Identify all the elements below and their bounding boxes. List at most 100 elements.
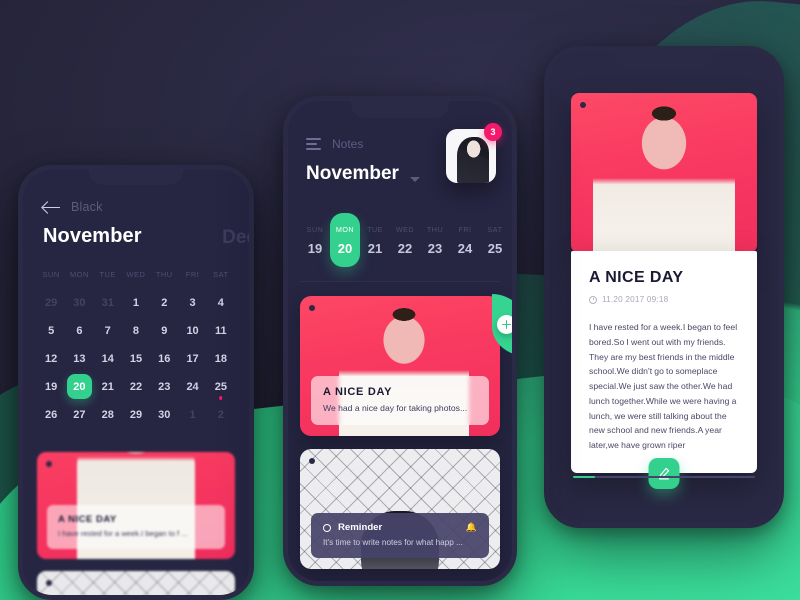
reminder-title: Reminder — [338, 522, 383, 533]
note-caption: A NICE DAY We had a nice day for taking … — [311, 376, 489, 425]
calendar-day-number: 27 — [73, 408, 86, 421]
calendar-day-number: 18 — [214, 352, 227, 365]
calendar-day-number: 3 — [189, 296, 196, 309]
calendar-day-17[interactable]: 17 — [178, 346, 206, 371]
week-strip-dow: THU — [426, 224, 444, 234]
left-note-list: A NICE DAY I have rested for a week.I be… — [37, 452, 235, 595]
chevron-down-icon[interactable] — [410, 177, 420, 182]
calendar-day-27[interactable]: 27 — [65, 402, 93, 427]
week-strip-day-20[interactable]: MON 20 — [330, 213, 360, 267]
calendar-day-24[interactable]: 24 — [178, 374, 206, 399]
calendar-day-number: 15 — [129, 352, 143, 365]
note-subtitle: I have rested for a week.I began to f ..… — [58, 529, 188, 538]
calendar-day-13[interactable]: 13 — [65, 346, 93, 371]
week-strip-dow: SUN — [306, 224, 324, 234]
week-strip-day-21[interactable]: TUE 21 — [360, 213, 390, 267]
calendar-day-number: 2 — [161, 296, 168, 309]
reminder-card[interactable]: Reminder 🔔 It's time to write notes for … — [300, 449, 500, 569]
calendar-day-26[interactable]: 26 — [37, 402, 65, 427]
reminder-banner: Reminder 🔔 It's time to write notes for … — [311, 513, 489, 558]
calendar-day-25[interactable]: 25 — [207, 374, 235, 400]
bell-icon[interactable]: 🔔 — [466, 523, 477, 532]
back-label[interactable]: Black — [71, 200, 103, 214]
left-month-title: November — [43, 225, 142, 247]
card-corner-dot-icon — [46, 580, 52, 586]
calendar-dow-thu: THU — [155, 270, 173, 279]
calendar-day-15[interactable]: 15 — [122, 346, 150, 371]
calendar-day-1[interactable]: 1 — [122, 290, 150, 315]
calendar-day-3[interactable]: 3 — [178, 290, 206, 315]
calendar-day-18[interactable]: 18 — [207, 346, 235, 371]
phone-notch — [351, 101, 449, 118]
middle-month-title[interactable]: November — [306, 163, 399, 185]
week-strip-day-24[interactable]: FRI 24 — [450, 213, 480, 267]
calendar-dow-fri: FRI — [185, 270, 200, 279]
app-title: Notes — [332, 137, 364, 151]
calendar-day-22[interactable]: 22 — [122, 374, 150, 399]
calendar-week-row: 12 13 14 15 16 17 18 — [37, 346, 235, 371]
note-hero-photo[interactable] — [571, 93, 757, 253]
week-strip: SUN 19 MON 20 TUE 21 WED 22 THU 23 FRI 24 SAT 25 — [300, 213, 502, 267]
calendar-day-2[interactable]: 2 — [150, 290, 178, 315]
calendar-day-20[interactable]: 20 — [65, 374, 93, 399]
calendar-day-9[interactable]: 9 — [150, 318, 178, 343]
calendar-day-29[interactable]: 29 — [37, 290, 65, 315]
avatar-portrait — [457, 137, 489, 183]
week-strip-day-23[interactable]: THU 23 — [420, 213, 450, 267]
list-item[interactable]: A NICE DAY I have rested for a week.I be… — [37, 452, 235, 559]
calendar-day-21[interactable]: 21 — [94, 374, 122, 399]
photo-fence — [37, 571, 235, 595]
calendar-day-10[interactable]: 10 — [178, 318, 206, 343]
week-strip-date: 25 — [487, 240, 503, 256]
left-month-next[interactable]: Dec — [222, 227, 249, 249]
arrow-left-icon[interactable] — [43, 201, 60, 214]
week-strip-date: 23 — [427, 240, 443, 256]
reminder-subtitle: It's time to write notes for what happ .… — [323, 538, 463, 547]
calendar-day-number: 10 — [186, 324, 199, 337]
week-strip-day-19[interactable]: SUN 19 — [300, 213, 330, 267]
week-strip-day-22[interactable]: WED 22 — [390, 213, 420, 267]
calendar-day-16[interactable]: 16 — [150, 346, 178, 371]
calendar-day-headers: SUN MON TUE WED THU FRI SAT — [37, 270, 235, 290]
card-corner-dot-icon — [580, 102, 586, 108]
list-item[interactable] — [37, 571, 235, 595]
calendar-day-12[interactable]: 12 — [37, 346, 65, 371]
calendar-day-11[interactable]: 11 — [207, 318, 235, 343]
calendar-day-28[interactable]: 28 — [94, 402, 122, 427]
week-strip-date: 19 — [307, 240, 323, 256]
progress-track[interactable] — [573, 476, 755, 478]
calendar-day-number: 5 — [48, 324, 55, 337]
note-subtitle: We had a nice day for taking photos... — [323, 403, 468, 413]
calendar-day-29[interactable]: 29 — [122, 402, 150, 427]
calendar-day-7[interactable]: 7 — [94, 318, 122, 343]
calendar-day-number: 26 — [45, 408, 58, 421]
calendar-day-8[interactable]: 8 — [122, 318, 150, 343]
calendar-day-19[interactable]: 19 — [37, 374, 65, 399]
week-strip-day-25[interactable]: SAT 25 — [480, 213, 510, 267]
note-title: A NICE DAY — [323, 386, 393, 398]
calendar-day-23[interactable]: 23 — [150, 374, 178, 399]
calendar-day-5[interactable]: 5 — [37, 318, 65, 343]
avatar-wrapper[interactable]: 3 — [446, 123, 502, 183]
calendar-day-number: 1 — [189, 408, 196, 421]
hamburger-menu-icon[interactable] — [306, 138, 321, 150]
phone-right-note-detail: A NICE DAY 11.20 2017 09:18 I have reste… — [544, 46, 784, 528]
calendar-dow-sun: SUN — [42, 270, 60, 279]
calendar-day-4[interactable]: 4 — [207, 290, 235, 315]
week-strip-dow: MON — [335, 224, 355, 234]
plus-icon[interactable] — [497, 315, 512, 334]
card-corner-dot-icon — [46, 461, 52, 467]
calendar-day-number: 16 — [158, 352, 171, 365]
calendar-day-number: 6 — [76, 324, 83, 337]
calendar-day-14[interactable]: 14 — [94, 346, 122, 371]
calendar-day-30[interactable]: 30 — [65, 290, 93, 315]
calendar-day-1[interactable]: 1 — [178, 402, 206, 427]
calendar-day-31[interactable]: 31 — [94, 290, 122, 315]
calendar-day-6[interactable]: 6 — [65, 318, 93, 343]
calendar-day-2[interactable]: 2 — [207, 402, 235, 427]
calendar-day-30[interactable]: 30 — [150, 402, 178, 427]
card-corner-dot-icon — [309, 458, 315, 464]
pencil-edit-icon[interactable] — [648, 458, 680, 490]
note-card-photo[interactable]: A NICE DAY We had a nice day for taking … — [300, 296, 500, 436]
photo-portrait — [593, 102, 735, 253]
